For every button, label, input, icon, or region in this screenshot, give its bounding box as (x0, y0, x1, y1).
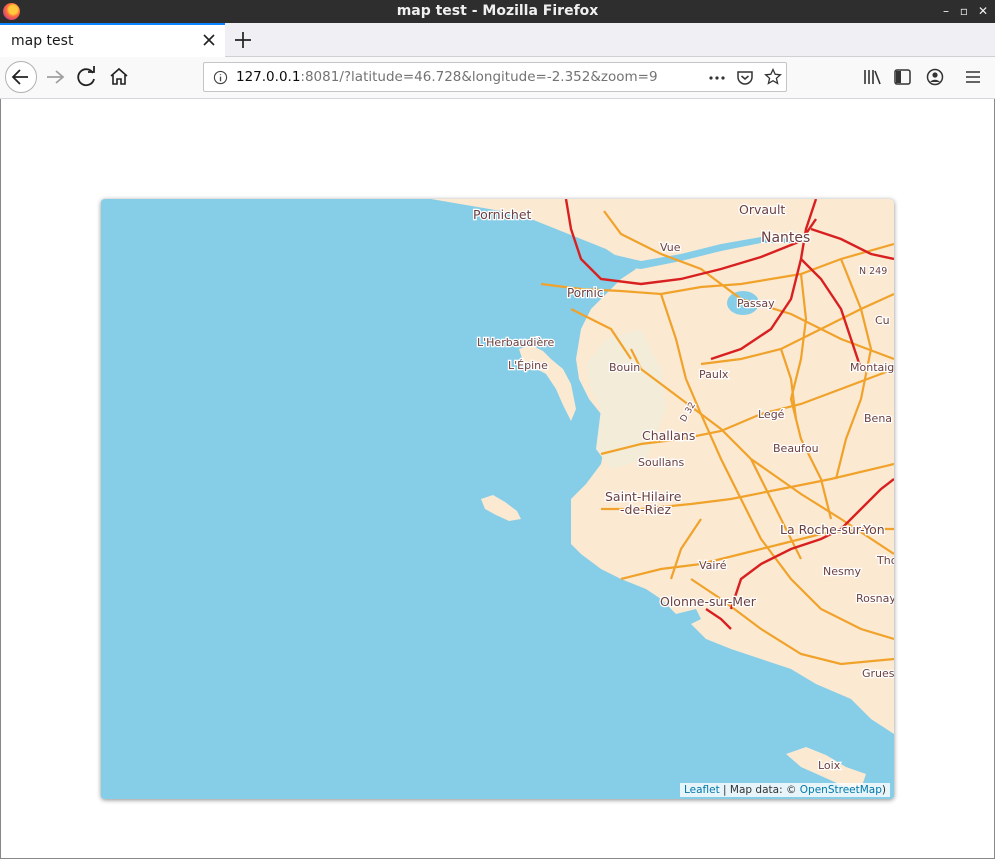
url-text[interactable]: 127.0.0.1:8081/?latitude=46.728&longitud… (236, 69, 658, 85)
menu-icon[interactable] (964, 69, 982, 85)
tab-strip: map test (0, 23, 995, 57)
place-n249: N 249 (859, 266, 887, 277)
leaflet-link[interactable]: Leaflet (684, 784, 720, 796)
leaflet-map[interactable]: Pornichet Orvault Nantes Vue N 249 Porni… (101, 199, 894, 799)
place-nesmy: Nesmy (823, 565, 861, 578)
url-host: 127.0.0.1 (236, 69, 301, 85)
place-lege: Legé (758, 408, 785, 421)
place-rosnay: Rosnay (856, 592, 894, 605)
window-title: map test - Mozilla Firefox (396, 3, 599, 19)
place-pornic: Pornic (567, 286, 603, 300)
new-tab-icon[interactable] (232, 29, 254, 51)
place-orvault: Orvault (739, 202, 785, 217)
url-path: :8081/?latitude=46.728&longitude=-2.352&… (300, 69, 658, 85)
place-la-roche-sur-yon: La Roche-sur-Yon (780, 522, 885, 537)
place-herbaudiere: L'Herbaudière (477, 336, 554, 349)
bookmark-star-icon[interactable] (764, 68, 782, 86)
place-loix: Loix (818, 759, 841, 772)
place-passay: Passay (737, 297, 775, 310)
place-paulx: Paulx (699, 368, 729, 381)
minimize-icon[interactable]: – (938, 2, 954, 20)
back-button[interactable] (5, 61, 37, 93)
library-icon[interactable] (862, 68, 882, 86)
window-titlebar: map test - Mozilla Firefox – ▫ ✕ (0, 0, 995, 23)
place-tho: Tho (876, 554, 894, 567)
account-icon[interactable] (925, 67, 945, 87)
page-actions-icon[interactable] (708, 70, 726, 86)
pocket-icon[interactable] (736, 69, 754, 87)
home-icon[interactable] (105, 63, 133, 91)
place-epine: L'Épine (508, 359, 548, 372)
sidebar-icon[interactable] (893, 68, 913, 86)
place-grues: Grues (862, 667, 894, 680)
map-tiles[interactable]: Pornichet Orvault Nantes Vue N 249 Porni… (101, 199, 894, 799)
navigation-toolbar: 127.0.0.1:8081/?latitude=46.728&longitud… (0, 57, 995, 99)
url-bar[interactable]: 127.0.0.1:8081/?latitude=46.728&longitud… (203, 62, 787, 92)
back-arrow-icon (11, 69, 28, 85)
close-tab-icon[interactable] (201, 32, 217, 48)
place-soullans: Soullans (638, 456, 685, 469)
close-window-icon[interactable]: ✕ (975, 2, 991, 20)
place-montaig: Montaig (850, 361, 894, 374)
tab-label: map test (11, 33, 74, 49)
maximize-icon[interactable]: ▫ (956, 2, 972, 20)
place-vaire: Vairé (699, 559, 727, 572)
place-cu: Cu (875, 314, 890, 327)
attribution-close: ) (881, 784, 886, 796)
place-pornichet: Pornichet (473, 207, 532, 222)
place-challans: Challans (642, 428, 695, 443)
place-bouin: Bouin (609, 361, 640, 374)
attribution-separator: | Map data: © (719, 784, 800, 796)
reload-icon[interactable] (73, 63, 101, 91)
place-olonne-sur-mer: Olonne-sur-Mer (660, 594, 757, 609)
place-bena: Bena (864, 412, 892, 425)
place-vue: Vue (660, 241, 681, 254)
map-attribution: Leaflet | Map data: © OpenStreetMap) (679, 783, 890, 797)
openstreetmap-link[interactable]: OpenStreetMap (800, 784, 882, 796)
place-nantes: Nantes (761, 230, 810, 246)
place-de-riez: -de-Riez (620, 502, 671, 517)
forward-icon[interactable] (41, 63, 69, 91)
site-info-icon[interactable] (213, 70, 228, 85)
tab-map-test[interactable]: map test (0, 23, 225, 57)
place-beaufou: Beaufou (773, 442, 819, 455)
